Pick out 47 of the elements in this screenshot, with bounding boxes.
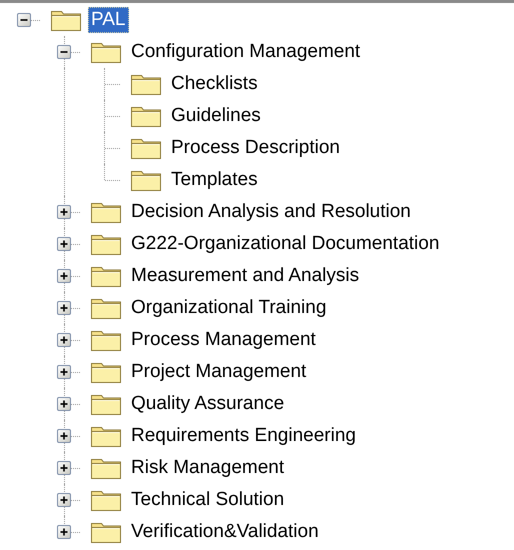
expand-toggle[interactable]	[57, 461, 71, 475]
folder-label[interactable]: Templates	[168, 167, 261, 193]
folder-label[interactable]: Guidelines	[168, 103, 264, 129]
folder-label[interactable]: Process Description	[168, 135, 343, 161]
folder-icon	[130, 72, 162, 96]
folder-icon	[90, 328, 122, 352]
folder-label[interactable]: Quality Assurance	[128, 391, 288, 417]
expand-toggle[interactable]	[57, 525, 71, 539]
folder-icon	[50, 8, 82, 32]
folder-icon	[130, 168, 162, 192]
expand-toggle[interactable]	[57, 237, 71, 251]
folder-icon	[90, 520, 122, 544]
folder-icon	[130, 104, 162, 128]
folder-icon	[90, 456, 122, 480]
folder-label[interactable]: Decision Analysis and Resolution	[128, 199, 414, 225]
collapse-toggle[interactable]	[57, 45, 71, 59]
folder-label[interactable]: Verification&Validation	[128, 519, 322, 545]
collapse-toggle[interactable]	[17, 13, 31, 27]
expand-toggle[interactable]	[57, 397, 71, 411]
folder-label[interactable]: Risk Management	[128, 455, 288, 481]
folder-label[interactable]: Requirements Engineering	[128, 423, 359, 449]
folder-label[interactable]: Measurement and Analysis	[128, 263, 362, 289]
folder-icon	[90, 264, 122, 288]
expand-toggle[interactable]	[57, 205, 71, 219]
folder-label[interactable]: G222-Organizational Documentation	[128, 231, 442, 257]
expand-toggle[interactable]	[57, 429, 71, 443]
folder-label[interactable]: Technical Solution	[128, 487, 288, 513]
expand-toggle[interactable]	[57, 493, 71, 507]
folder-icon	[90, 296, 122, 320]
folder-icon	[130, 136, 162, 160]
folder-label[interactable]: Process Management	[128, 327, 319, 353]
folder-label[interactable]: Checklists	[168, 71, 261, 97]
expand-toggle[interactable]	[57, 365, 71, 379]
expand-toggle[interactable]	[57, 333, 71, 347]
folder-icon	[90, 200, 122, 224]
folder-label[interactable]: Configuration Management	[128, 39, 364, 65]
folder-label[interactable]: Organizational Training	[128, 295, 330, 321]
folder-icon	[90, 232, 122, 256]
folder-icon	[90, 392, 122, 416]
folder-icon	[90, 360, 122, 384]
folder-label[interactable]: PAL	[88, 7, 129, 33]
folder-label[interactable]: Project Management	[128, 359, 310, 385]
expand-toggle[interactable]	[57, 269, 71, 283]
folder-icon	[90, 488, 122, 512]
expand-toggle[interactable]	[57, 301, 71, 315]
folder-icon	[90, 424, 122, 448]
folder-icon	[90, 40, 122, 64]
